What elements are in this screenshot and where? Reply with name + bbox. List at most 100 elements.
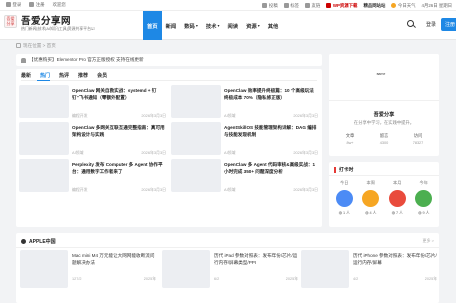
- topbar-link-submit[interactable]: 投稿: [262, 2, 278, 9]
- list-item[interactable]: OpenClaw 网关自救实战：systemd + 钉钉“飞书通知（零额外配置）…: [19, 85, 167, 122]
- site-name[interactable]: 吾爱分享网: [21, 13, 71, 27]
- checkin-year[interactable]: 今年 ◍ 9 人: [412, 180, 436, 216]
- post-title[interactable]: 历代 iPhone 参数对照表：发布年份/芯片/运行内存/屏幕: [353, 252, 437, 266]
- post-title[interactable]: OpenClaw 多 Agent 代码审核&高级实战：1 小时完成 350+ 问…: [224, 161, 318, 175]
- welcome-text: 欢迎您: [52, 2, 66, 7]
- chevron-down-icon: ▾: [217, 23, 220, 28]
- list-item[interactable]: OpenClaw 效率提升终极篇：10 个高级玩法终极成本 70%（隐私修正版）…: [171, 85, 319, 122]
- topbar-link-sites[interactable]: 精品网站站: [363, 3, 385, 9]
- list-item[interactable]: AgentSkillOS 技能管理架构详解：DAG 编排与技能发现机制 AI领域…: [171, 122, 319, 159]
- list-item[interactable]: Mac mini M4 万元能让大网网能收断流问题解决办法 127/2 2025年: [20, 250, 156, 298]
- checkin-today[interactable]: 今日 ◍ 1 人: [332, 180, 356, 216]
- chevron-down-icon: ▾: [257, 23, 260, 28]
- post-thumbnail[interactable]: [19, 85, 69, 118]
- checkin-circle[interactable]: [415, 190, 433, 207]
- checkin-circle[interactable]: [362, 190, 380, 207]
- post-title[interactable]: Mac mini M4 万元能让大网网能收断流问题解决办法: [72, 252, 156, 266]
- post-thumbnail[interactable]: [19, 122, 69, 155]
- chevron-down-icon: ▾: [195, 23, 198, 28]
- site-logo[interactable]: 吾爱分享: [4, 15, 17, 28]
- pen-icon: [262, 2, 268, 8]
- checkin-circle[interactable]: [388, 190, 406, 207]
- tab-members[interactable]: 会员: [97, 72, 107, 79]
- nav-item-digital[interactable]: 数码 ▾: [180, 11, 202, 40]
- link-icon: [305, 2, 311, 8]
- nav-item-other[interactable]: 其他: [264, 11, 283, 40]
- stat-articles: 文章 8w+: [345, 133, 355, 145]
- sun-icon: [391, 2, 397, 8]
- list-item[interactable]: 历代 iPhone 参数对照表：发布年份/芯片/运行内存/屏幕 4/2 2025年: [301, 250, 437, 298]
- profile-name: 吾爱分享: [373, 112, 395, 118]
- weather-widget[interactable]: 今日天气: [391, 2, 416, 9]
- post-tabs: 最新 热门 热评 推荐 会员: [21, 72, 107, 79]
- header-register-button[interactable]: 注册: [441, 18, 456, 31]
- user-icon: [6, 2, 11, 8]
- profile-card: ваme 吾爱分享 在分享中学习，在实践中提升。 文章 8w+ 留言 4300 访问…: [329, 54, 439, 156]
- top-bar: 登录 注册 欢迎您 投稿 标签 友链 WP资源下载 精品网站站 今日天气 4月2…: [0, 0, 456, 11]
- list-item[interactable]: OpenClaw 多 Agent 代码审核&高级实战：1 小时完成 350+ 问…: [171, 159, 319, 196]
- notice-bar[interactable]: 【优惠购买】Elementor Pro 官方正版授权 支持在线更新: [16, 54, 322, 66]
- list-item[interactable]: OpenClaw 多网关互联互通完整指南：真可用架构设计与实践 AI领域 2026…: [19, 122, 167, 159]
- tab-hot[interactable]: 热门: [40, 72, 50, 79]
- register-icon: [29, 2, 35, 8]
- post-meta: AI领域 2026年3月3日: [224, 150, 318, 155]
- post-title[interactable]: OpenClaw 多网关互联互通完整指南：真可用架构设计与实践: [72, 124, 166, 138]
- users-icon: ◍: [365, 211, 369, 215]
- post-thumbnail[interactable]: [171, 122, 221, 155]
- tab-comments[interactable]: 热评: [59, 72, 69, 79]
- title-accent-bar: [334, 166, 336, 173]
- post-meta: 6/2 2025年: [214, 277, 298, 281]
- post-title[interactable]: OpenClaw 网关自救实战：systemd + 钉钉“飞书通知（零额外配置）: [72, 87, 166, 101]
- post-title[interactable]: AgentSkillOS 技能管理架构详解：DAG 编排与技能发现机制: [224, 124, 318, 138]
- login-link[interactable]: 登录: [6, 2, 21, 8]
- more-link[interactable]: 更多 >: [423, 238, 434, 244]
- post-meta: AI领域 2026年3月3日: [224, 113, 318, 118]
- users-icon: ◍: [338, 211, 342, 215]
- checkin-week[interactable]: 本周 ◍ 4 人: [359, 180, 383, 216]
- main-nav: 首页 新闻 数码 ▾ 技术 ▾ 阅读 资源 ▾ 其他: [143, 11, 282, 40]
- post-title[interactable]: 历代 iPad 参数对照表：发布年份/芯片/运行内存/屏幕类型/PPI: [214, 252, 298, 266]
- post-thumbnail[interactable]: [301, 250, 349, 288]
- post-meta: 127/2 2025年: [72, 277, 156, 281]
- post-thumbnail[interactable]: [20, 250, 68, 288]
- users-icon: ◍: [391, 211, 395, 215]
- tag-icon: [283, 2, 289, 8]
- checkin-title: 打卡时: [334, 166, 353, 173]
- tab-recommended[interactable]: 推荐: [78, 72, 88, 79]
- nav-item-resources[interactable]: 资源 ▾: [242, 11, 264, 40]
- divider: [329, 175, 439, 176]
- post-thumbnail[interactable]: [171, 85, 221, 118]
- post-thumbnail[interactable]: [171, 159, 221, 192]
- post-meta: 编程开发 2026年3月3日: [72, 113, 166, 118]
- nav-item-news[interactable]: 新闻: [162, 11, 181, 40]
- post-thumbnail[interactable]: [162, 250, 210, 288]
- list-item[interactable]: 历代 iPad 参数对照表：发布年份/芯片/运行内存/屏幕类型/PPI 6/2 2…: [162, 250, 298, 298]
- topbar-link-wp-download[interactable]: WP资源下载: [326, 3, 357, 9]
- post-meta: AI领域 2026年3月3日: [72, 150, 166, 155]
- profile-stats: 文章 8w+ 留言 4300 访问 78327: [335, 133, 433, 145]
- avatar[interactable]: ваme: [371, 72, 391, 80]
- divider: [21, 80, 317, 81]
- section-title: APPLE中国: [21, 238, 56, 245]
- tab-latest[interactable]: 最新: [21, 72, 31, 79]
- post-title[interactable]: Perplexity 发布 Computer 多 Agent 协作平台：通用数字…: [72, 161, 166, 175]
- topbar-link-friends[interactable]: 友链: [305, 3, 320, 9]
- nav-item-reading[interactable]: 阅读: [223, 11, 242, 40]
- search-icon[interactable]: [407, 20, 414, 27]
- nav-item-tech[interactable]: 技术 ▾: [202, 11, 224, 40]
- nav-item-home[interactable]: 首页: [143, 11, 162, 40]
- post-thumbnail[interactable]: [19, 159, 69, 192]
- header-login-button[interactable]: 登录: [426, 21, 436, 28]
- checkin-stats: 今日 ◍ 1 人 本周 ◍ 4 人 本月 ◍ 7 人 今年 ◍ 9 人: [331, 180, 437, 216]
- list-item[interactable]: Perplexity 发布 Computer 多 Agent 协作平台：通用数字…: [19, 159, 167, 196]
- post-meta: 4/2 2025年: [353, 277, 437, 281]
- register-link[interactable]: 注册: [29, 2, 45, 8]
- checkin-month[interactable]: 本月 ◍ 7 人: [385, 180, 409, 216]
- profile-cover: ваme: [329, 54, 439, 101]
- checkin-circle[interactable]: [335, 190, 353, 207]
- profile-slogan: 在分享中学习，在实践中提升。: [353, 120, 415, 125]
- stat-visits: 访问 78327: [412, 133, 424, 145]
- apple-china-section: APPLE中国 更多 > Mac mini M4 万元能让大网网能收断流问题解决…: [16, 233, 439, 303]
- post-title[interactable]: OpenClaw 效率提升终极篇：10 个高级玩法终极成本 70%（隐私修正版）: [224, 87, 318, 101]
- topbar-link-tags[interactable]: 标签: [283, 2, 299, 9]
